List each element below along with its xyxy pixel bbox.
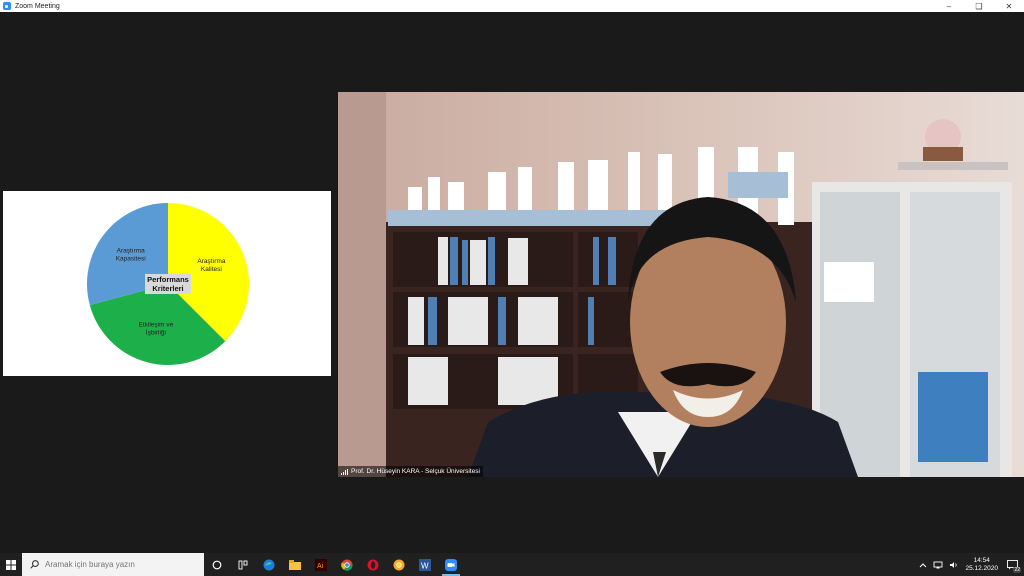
- clock[interactable]: 14:54 25.12.2020: [965, 557, 998, 573]
- edge-browser-icon[interactable]: [256, 553, 282, 576]
- notification-center-button[interactable]: 22: [1004, 558, 1021, 573]
- notification-count-badge: 22: [1013, 566, 1021, 573]
- network-icon[interactable]: [933, 561, 943, 569]
- volume-icon[interactable]: [949, 561, 959, 569]
- task-view-icon[interactable]: [204, 553, 230, 576]
- clock-date: 25.12.2020: [965, 564, 998, 572]
- windows-taskbar: Ai W 14:54 25.12.2020 22: [0, 553, 1024, 576]
- signal-strength-icon: [341, 468, 348, 475]
- participant-name-tag: Prof. Dr. Hüseyin KARA - Selçuk Üniversi…: [338, 466, 483, 477]
- system-tray: 14:54 25.12.2020 22: [919, 553, 1024, 576]
- zoom-taskbar-icon[interactable]: [438, 553, 464, 576]
- taskbar-search[interactable]: [22, 553, 204, 576]
- chrome-icon[interactable]: [334, 553, 360, 576]
- search-icon: [30, 560, 39, 569]
- illustrator-icon[interactable]: Ai: [308, 553, 334, 576]
- word-icon[interactable]: W: [412, 553, 438, 576]
- svg-text:Ai: Ai: [317, 563, 324, 570]
- restore-button[interactable]: ❑: [964, 0, 994, 12]
- file-explorer-icon[interactable]: [282, 553, 308, 576]
- title-bar: Zoom Meeting – ❑ ✕: [0, 0, 1024, 12]
- opera-icon[interactable]: [360, 553, 386, 576]
- windows-logo-icon: [6, 559, 16, 570]
- pie-center-title: Performans Kriterleri: [147, 275, 189, 293]
- chevron-up-icon[interactable]: [919, 562, 927, 568]
- widgets-icon[interactable]: [230, 553, 256, 576]
- clock-time: 14:54: [973, 556, 990, 564]
- zoom-app-icon: [3, 2, 11, 10]
- participant-video[interactable]: Prof. Dr. Hüseyin KARA - Selçuk Üniversi…: [338, 92, 1024, 477]
- window-title: Zoom Meeting: [15, 2, 60, 10]
- performance-pie-chart: Araştırma KalitesiEtkileşim ve İşbirliğiAr…: [87, 203, 250, 365]
- shared-screen-panel[interactable]: Araştırma Kalitesi Etkileşim ve İşbirliği Ar…: [3, 191, 331, 376]
- chrome-canary-icon[interactable]: [386, 553, 412, 576]
- pie-slice-label: Araştırma Kapasitesi: [116, 247, 146, 262]
- pie-slice-label: Araştırma Kalitesi: [197, 258, 226, 273]
- minimize-button[interactable]: –: [934, 0, 964, 12]
- video-frame: [338, 92, 1024, 477]
- window-controls: – ❑ ✕: [934, 0, 1024, 12]
- meeting-stage: Araştırma Kalitesi Etkileşim ve İşbirliği Ar…: [0, 12, 1024, 553]
- search-input[interactable]: [45, 560, 195, 569]
- svg-text:W: W: [421, 561, 429, 570]
- start-button[interactable]: [0, 553, 22, 576]
- participant-name: Prof. Dr. Hüseyin KARA - Selçuk Üniversi…: [351, 468, 480, 475]
- close-button[interactable]: ✕: [994, 0, 1024, 12]
